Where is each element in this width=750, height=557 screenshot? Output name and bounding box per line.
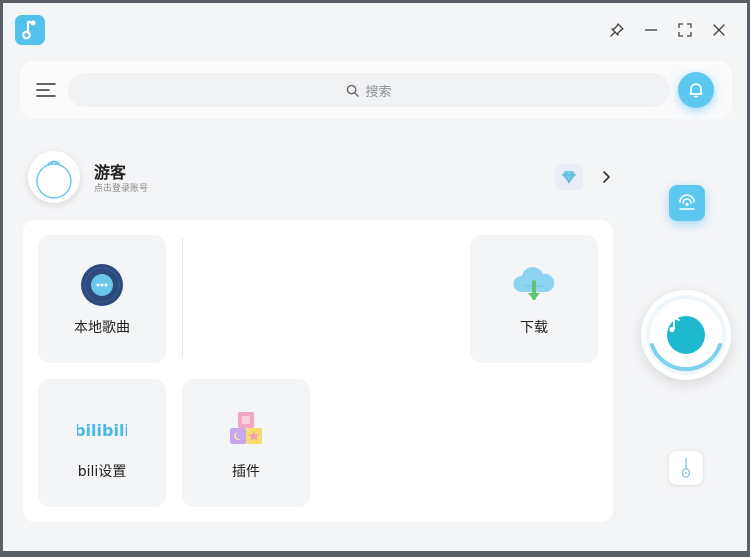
bili-settings-tile[interactable]: bilibili bili设置: [38, 379, 166, 507]
local-songs-label: 本地歌曲: [74, 320, 130, 336]
guitar-icon: [681, 458, 691, 478]
top-bar: 搜索: [20, 61, 732, 119]
bilibili-logo: bilibili: [77, 421, 127, 440]
music-note-icon: [667, 316, 705, 354]
login-hint[interactable]: 点击登录账号: [94, 181, 148, 194]
chevron-right-icon: [603, 171, 610, 183]
feature-panel: 本地歌曲 下载 bilibili bili设置: [23, 220, 613, 522]
svg-text:bilibili: bilibili: [77, 421, 127, 440]
vip-button[interactable]: [555, 164, 583, 190]
close-button[interactable]: [706, 17, 732, 43]
bili-settings-label: bili设置: [77, 464, 127, 480]
download-tile[interactable]: 下载: [470, 235, 598, 363]
radio-wave-icon: [679, 194, 695, 210]
pin-button[interactable]: [604, 17, 630, 43]
user-name[interactable]: 游客: [94, 159, 126, 183]
minimize-icon: [645, 29, 657, 31]
local-songs-tile[interactable]: 本地歌曲: [38, 235, 166, 363]
close-icon: [713, 24, 725, 36]
search-icon: [347, 84, 360, 97]
minimize-button[interactable]: [638, 17, 664, 43]
maximize-button[interactable]: [672, 17, 698, 43]
user-detail-chevron[interactable]: [597, 168, 615, 186]
download-label: 下载: [520, 320, 548, 336]
notification-button[interactable]: [678, 72, 714, 108]
cloud-download-icon: [513, 267, 555, 300]
diamond-icon: [562, 170, 576, 184]
bell-icon: [689, 83, 703, 98]
building-blocks-icon: [230, 412, 262, 444]
avatar-icon: [36, 160, 72, 199]
now-playing-button[interactable]: [641, 290, 731, 380]
plugins-tile[interactable]: 插件: [182, 379, 310, 507]
instrument-button[interactable]: [669, 451, 703, 485]
avatar[interactable]: [28, 151, 80, 203]
music-note-logo-icon: [15, 15, 45, 45]
search-placeholder: 搜索: [365, 84, 392, 100]
search-input[interactable]: 搜索: [68, 73, 670, 107]
plugins-label: 插件: [232, 464, 260, 480]
menu-icon: [36, 83, 56, 97]
local-disc-icon: [81, 264, 123, 306]
divider: [182, 238, 183, 358]
fullscreen-icon: [678, 23, 692, 37]
menu-button[interactable]: [35, 79, 57, 101]
pin-icon: [610, 23, 624, 37]
radio-button[interactable]: [669, 185, 705, 221]
app-window: 搜索 游客 点击登录账号 本地歌曲 下载 bilibil bili设置 插件: [3, 3, 747, 551]
